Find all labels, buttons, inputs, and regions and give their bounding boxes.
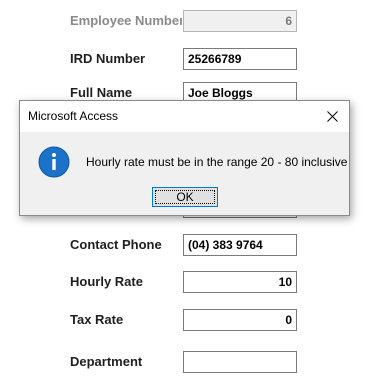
employee-number-field: 6: [183, 10, 297, 32]
ok-button[interactable]: OK: [152, 187, 218, 207]
message-dialog: Microsoft Access Hourly rate must be in …: [19, 100, 350, 216]
dialog-title: Microsoft Access: [28, 109, 119, 123]
full-name-label: Full Name: [70, 85, 133, 100]
ird-number-field[interactable]: 25266789: [183, 48, 297, 70]
dialog-message: Hourly rate must be in the range 20 - 80…: [86, 155, 348, 169]
employee-number-label: Employee Number: [70, 13, 182, 28]
dialog-titlebar[interactable]: Microsoft Access: [20, 101, 349, 132]
close-icon[interactable]: [315, 101, 349, 132]
tax-rate-field[interactable]: 0: [183, 309, 297, 331]
department-field[interactable]: [183, 351, 297, 373]
contact-phone-field[interactable]: (04) 383 9764: [183, 234, 297, 256]
ird-number-label: IRD Number: [70, 51, 146, 66]
hourly-rate-label: Hourly Rate: [70, 274, 143, 289]
hourly-rate-field[interactable]: 10: [183, 271, 297, 293]
tax-rate-label: Tax Rate: [70, 312, 124, 327]
info-icon: [38, 146, 70, 178]
contact-phone-label: Contact Phone: [70, 237, 162, 252]
department-label: Department: [70, 354, 143, 369]
